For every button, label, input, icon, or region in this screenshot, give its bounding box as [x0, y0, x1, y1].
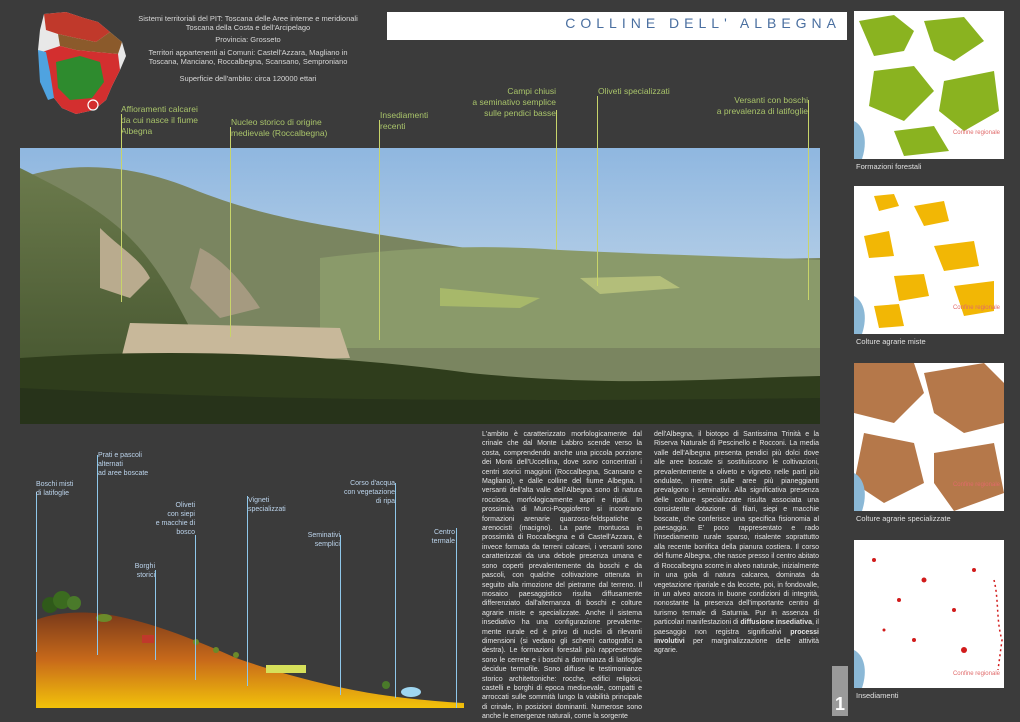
- caption-colture-miste: Colture agrarie miste: [856, 337, 926, 346]
- confine-regionale: Confine regionale: [952, 305, 1000, 311]
- landscape-photo: [20, 148, 820, 424]
- section-leader-line: [155, 570, 156, 660]
- tuscany-map: [38, 12, 126, 114]
- section-label-prati: Prati e pascoli alternati ad aree boscate: [98, 452, 149, 477]
- section-label-vigneti: Vigneti specializzati: [248, 497, 286, 513]
- section-label-boschi: Boschi misti di latifoglie: [36, 481, 74, 497]
- section-label-centro: Centro termale: [431, 529, 455, 545]
- leader-line: [808, 100, 809, 300]
- section-label-corso: Corso d'acqua con vegetazione di ripa: [344, 480, 395, 505]
- section-leader-line: [195, 535, 196, 680]
- section-leader-line: [247, 496, 248, 686]
- municipalities-1: Territori appartenenti ai Comuni: Castel…: [148, 48, 348, 57]
- section-leader-line: [340, 535, 341, 695]
- leader-line: [379, 120, 380, 340]
- section-label-borghi: Borghi storici: [134, 563, 155, 579]
- leader-line: [230, 127, 231, 337]
- confine-regionale: Confine regionale: [952, 671, 1000, 677]
- caption-colture-specializzate: Colture agrarie specializzate: [856, 514, 951, 523]
- surface-area: Superficie dell'ambito: circa 120000 ett…: [179, 74, 317, 83]
- label-versanti: Versanti con boschi a prevalenza di latif…: [716, 95, 808, 116]
- pit-systems-line2: Toscana della Costa e dell'Arcipelago: [185, 23, 311, 32]
- section-leader-line: [97, 455, 98, 655]
- map-colture-specializzate: Confine regionale: [854, 363, 1004, 511]
- text-column-1: L'ambito è caratterizzato morfologicamen…: [482, 431, 642, 721]
- map-forestali: Confine regionale: [854, 11, 1004, 159]
- label-oliveti: Oliveti specializzati: [598, 86, 670, 96]
- section-label-oliveti: Oliveti con siepi e macchie di bosco: [155, 502, 195, 536]
- leader-line: [597, 96, 598, 286]
- caption-insediamenti: Insediamenti: [856, 691, 899, 700]
- map-colture-miste: Confine regionale: [854, 186, 1004, 334]
- label-nucleo: Nucleo storico di origine medievale (Rocc…: [231, 117, 328, 138]
- caption-forestali: Formazioni forestali: [856, 162, 922, 171]
- confine-regionale: Confine regionale: [952, 482, 1000, 488]
- page-number: 1: [835, 694, 846, 714]
- confine-regionale: Confine regionale: [952, 130, 1000, 136]
- pit-systems-line1: Sistemi territoriali del PIT: Toscana de…: [138, 14, 358, 23]
- label-affioramenti: Affioramenti calcarei da cui nasce il fiu…: [121, 104, 199, 136]
- section-label-seminativi: Seminativi semplici: [307, 532, 340, 548]
- section-leader-line: [456, 528, 457, 708]
- leader-line: [121, 114, 122, 302]
- label-campi: Campi chiusi a seminativo semplice sulle p…: [472, 86, 556, 118]
- section-leader-line: [36, 492, 37, 652]
- municipalities-2: Toscana, Manciano, Roccalbegna, Scansano…: [148, 57, 348, 66]
- text-column-2: dell'Albegna, il biotopo di Santissima T…: [654, 431, 819, 655]
- landscape-cross-section: [36, 591, 464, 708]
- province: Provincia: Grosseto: [215, 35, 281, 44]
- settlements-map-graphic: [854, 558, 1003, 688]
- section-leader-line: [395, 483, 396, 698]
- label-insediamenti: Insediamenti recenti: [380, 110, 429, 131]
- map-insediamenti: Confine regionale: [854, 540, 1004, 688]
- page-title: COLLINE DELL' ALBEGNA: [387, 12, 847, 40]
- leader-line: [556, 110, 557, 250]
